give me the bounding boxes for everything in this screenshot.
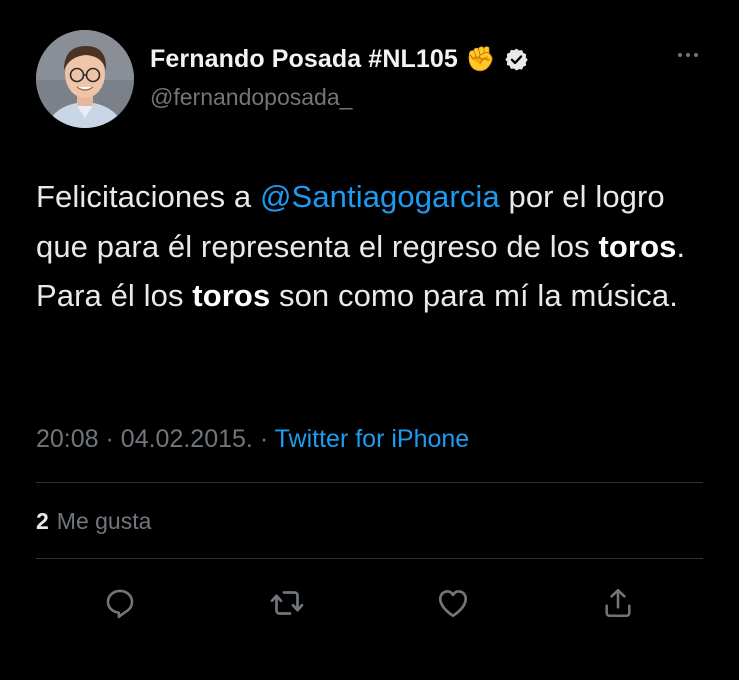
tweet-text-segment: Felicitaciones a	[36, 179, 260, 214]
more-dots-icon[interactable]	[673, 50, 703, 60]
author-display-name[interactable]: Fernando Posada #NL105	[150, 45, 458, 74]
dot	[686, 53, 690, 57]
verified-badge-icon	[504, 47, 529, 72]
tweet-header: Fernando Posada #NL105 ✊ @fernandoposada…	[36, 30, 703, 130]
avatar-photo	[36, 30, 134, 128]
likes-count: 2	[36, 508, 49, 534]
tweet-text-segment: son como para mí la música.	[270, 278, 678, 314]
author-handle[interactable]: @fernandoposada_	[150, 84, 352, 111]
likes-summary[interactable]: 2 Me gusta	[36, 508, 151, 535]
meta-separator: ·	[105, 425, 114, 453]
meta-separator: ·	[259, 425, 269, 453]
dot	[694, 53, 698, 57]
author-name-row: Fernando Posada #NL105 ✊	[150, 45, 529, 74]
raised-fist-emoji: ✊	[465, 45, 496, 73]
likes-label: Me gusta	[56, 508, 152, 534]
divider	[36, 482, 703, 483]
heart-icon[interactable]	[433, 583, 473, 623]
tweet-meta: 20:08 · 04.02.2015. · Twitter for iPhone	[36, 425, 469, 454]
tweet-date[interactable]: 04.02.2015.	[121, 425, 253, 453]
author-avatar[interactable]	[36, 30, 134, 128]
retweet-icon[interactable]	[267, 583, 307, 623]
mention-link[interactable]: @Santiagogarcia	[260, 179, 500, 214]
reply-icon[interactable]	[100, 583, 140, 623]
bold-keyword: toros	[192, 278, 271, 314]
tweet-time[interactable]: 20:08	[36, 425, 99, 453]
tweet-actions-bar	[0, 583, 739, 623]
dot	[678, 53, 682, 57]
tweet-body: Felicitaciones a @Santiagogarcia por el …	[36, 172, 716, 321]
tweet-source-link[interactable]: Twitter for iPhone	[275, 425, 470, 453]
bold-keyword: toros	[598, 228, 677, 264]
share-icon[interactable]	[598, 583, 638, 623]
divider	[36, 558, 703, 559]
